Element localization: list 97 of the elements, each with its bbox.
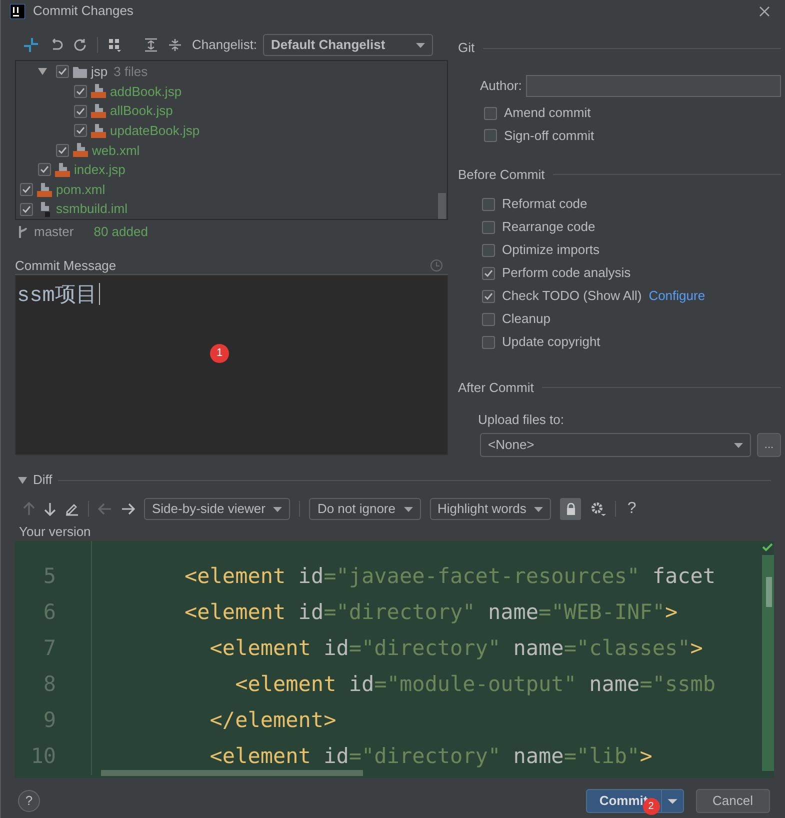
viewer-dropdown[interactable]: Side-by-side viewer — [144, 498, 290, 520]
file-count: 3 files — [114, 63, 148, 82]
browse-button[interactable]: ... — [757, 433, 781, 457]
option-label[interactable]: Perform code analysis — [502, 263, 631, 283]
checkbox[interactable] — [74, 84, 87, 98]
checkbox[interactable] — [484, 106, 497, 120]
file-icon — [91, 122, 106, 139]
checkbox[interactable] — [74, 104, 87, 118]
upload-dropdown[interactable]: <None> — [480, 433, 751, 457]
annotation-marker: 1 — [210, 344, 229, 363]
file-name: ssmbuild.iml — [56, 200, 128, 218]
expand-arrow-icon[interactable] — [38, 67, 47, 76]
file-name: allBook.jsp — [110, 102, 173, 120]
code-line: <element id="module-output" name="ssmb — [234, 671, 716, 698]
changelist-label: Changelist: — [192, 36, 258, 54]
option-label[interactable]: Amend commit — [504, 103, 591, 123]
file-name: addBook.jsp — [110, 82, 182, 101]
changelist-dropdown[interactable]: Default Changelist — [263, 34, 434, 56]
file-icon — [91, 103, 106, 120]
checkbox[interactable] — [482, 198, 495, 210]
caret-icon — [734, 442, 743, 448]
file-icon — [91, 83, 106, 100]
caret-icon — [534, 506, 544, 512]
horizontal-scrollbar[interactable] — [101, 770, 363, 776]
checkbox[interactable] — [20, 183, 33, 196]
refresh-icon[interactable] — [73, 38, 87, 52]
side-label: Your version — [18, 523, 92, 541]
option-label[interactable]: Check TODO (Show All) — [502, 286, 642, 306]
file-name: updateBook.jsp — [110, 122, 200, 140]
code-line: <element id="directory" name="classes"> — [208, 635, 703, 662]
collapse-all-icon[interactable] — [168, 38, 182, 52]
file-name: index.jsp — [74, 161, 126, 180]
help-button[interactable]: ? — [18, 790, 40, 812]
checkbox[interactable] — [482, 290, 495, 302]
author-field[interactable] — [526, 75, 781, 97]
checkbox[interactable] — [20, 202, 33, 216]
checkbox[interactable] — [482, 266, 495, 280]
file-name: pom.xml — [56, 180, 106, 199]
settings-icon[interactable] — [590, 501, 606, 517]
option-label[interactable]: Optimize imports — [502, 240, 600, 260]
cancel-button[interactable]: Cancel — [696, 789, 770, 813]
checkbox[interactable] — [482, 336, 495, 348]
section-title: Git — [458, 39, 475, 58]
code-line: <element id="directory" name="WEB-INF"> — [184, 599, 678, 626]
commit-message-label: Commit Message — [15, 256, 116, 275]
caret-icon — [404, 506, 412, 512]
code-line: <element id="javaee-facet-resources" facet — [184, 563, 716, 590]
changes-summary: 80 added — [94, 223, 148, 242]
section-title: After Commit — [458, 378, 534, 397]
highlight-dropdown[interactable]: Highlight words — [430, 498, 552, 520]
collapse-arrows-icon[interactable] — [23, 37, 39, 53]
checkbox[interactable] — [484, 129, 497, 142]
file-name: web.xml — [92, 142, 140, 160]
expand-all-icon[interactable] — [144, 38, 158, 52]
code-line: </element> — [208, 707, 336, 734]
caret-icon — [416, 42, 426, 48]
app-logo-icon — [10, 4, 25, 18]
close-icon[interactable] — [759, 6, 770, 16]
file-icon — [55, 162, 70, 178]
folder-name: jsp — [91, 63, 108, 82]
checkbox[interactable] — [56, 144, 69, 157]
lock-button[interactable] — [560, 498, 582, 520]
file-icon — [37, 182, 52, 198]
check-icon — [762, 543, 773, 552]
branch-icon — [18, 225, 28, 239]
edit-icon[interactable] — [65, 502, 79, 516]
checkbox[interactable] — [74, 124, 87, 138]
code-line: <element id="directory" name="lib"> — [208, 743, 652, 770]
option-label[interactable]: Reformat code — [502, 194, 588, 214]
author-label: Author: — [480, 77, 522, 96]
lock-icon — [566, 503, 576, 515]
arrow-right-icon[interactable] — [121, 503, 135, 515]
option-label[interactable]: Update copyright — [502, 332, 600, 352]
caret-icon — [273, 506, 282, 512]
checkbox[interactable] — [482, 312, 495, 326]
window-title: Commit Changes — [33, 2, 134, 20]
file-icon — [73, 142, 88, 158]
checkbox[interactable] — [38, 163, 51, 176]
upload-label: Upload files to: — [477, 410, 565, 429]
option-label[interactable]: Cleanup — [502, 309, 550, 329]
checkbox[interactable] — [56, 65, 69, 78]
group-by-icon[interactable] — [108, 38, 122, 52]
arrow-down-icon[interactable] — [44, 502, 56, 516]
checkbox[interactable] — [482, 244, 495, 256]
option-label[interactable]: Rearrange code — [502, 217, 596, 237]
scrollbar[interactable] — [438, 193, 446, 219]
collapse-arrow-icon[interactable] — [18, 476, 27, 484]
configure-link[interactable]: Configure — [648, 286, 706, 306]
folder-icon — [73, 66, 87, 78]
section-title: Before Commit — [458, 166, 545, 184]
vertical-scrollbar[interactable] — [766, 577, 772, 607]
help-icon[interactable]: ? — [627, 497, 636, 521]
option-label[interactable]: Sign-off commit — [504, 126, 594, 146]
branch-name: master — [34, 223, 74, 242]
checkbox[interactable] — [482, 220, 495, 234]
diff-title: Diff — [33, 471, 52, 490]
ignore-dropdown[interactable]: Do not ignore — [309, 498, 420, 520]
